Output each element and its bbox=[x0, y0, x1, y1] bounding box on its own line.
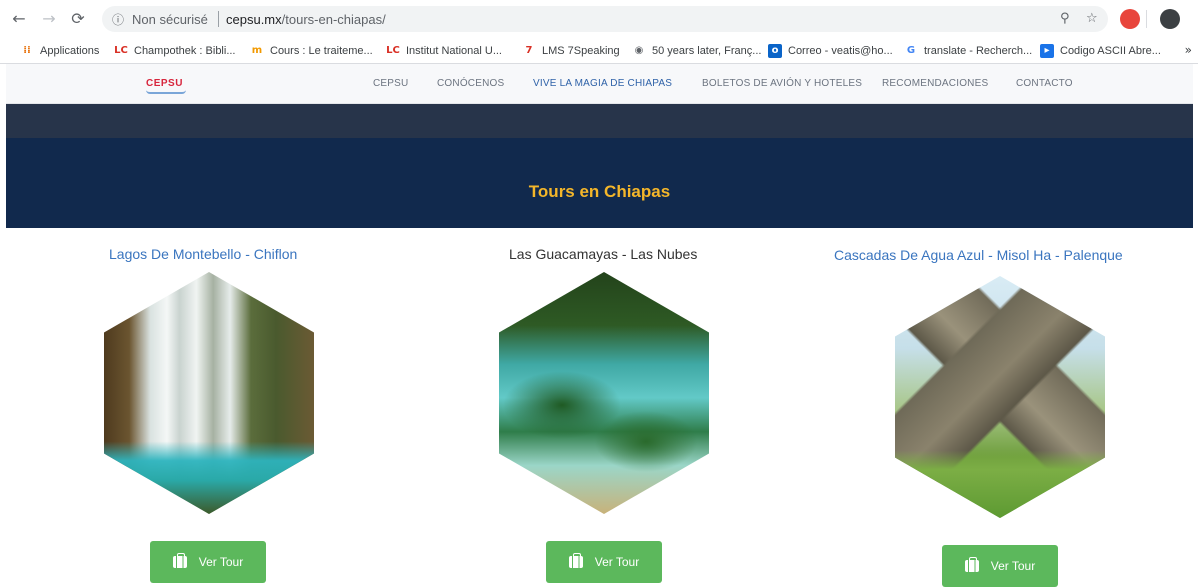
menu-item-cepsu[interactable]: CEPSU bbox=[373, 78, 408, 89]
outlook-icon: o bbox=[768, 44, 782, 58]
uc-logo-icon: LC bbox=[386, 45, 400, 56]
star-bookmark-icon[interactable]: ☆ bbox=[1086, 11, 1098, 26]
menu-item-conocenos[interactable]: CONÓCENOS bbox=[437, 78, 504, 89]
bookmark-label: translate - Recherch... bbox=[924, 45, 1033, 57]
apps-grid-icon: ⁞⁞ bbox=[23, 45, 31, 56]
menu-item-vive-la-magia[interactable]: VIVE LA MAGIA DE CHIAPAS bbox=[533, 78, 672, 89]
toolbar-divider bbox=[1146, 10, 1147, 28]
ver-tour-button-1[interactable]: Ver Tour bbox=[150, 541, 266, 583]
header-band bbox=[6, 104, 1193, 138]
seven-icon: 7 bbox=[525, 45, 533, 56]
bookmark-label: Applications bbox=[40, 45, 100, 57]
reload-icon[interactable]: ⟳ bbox=[69, 10, 87, 28]
suitcase-icon bbox=[964, 557, 979, 572]
forward-arrow-icon[interactable]: → bbox=[40, 10, 58, 28]
globe-icon: ◉ bbox=[634, 45, 644, 56]
tour-title-guacamayas[interactable]: Las Guacamayas - Las Nubes bbox=[509, 246, 697, 262]
url-path: /tours-en-chiapas/ bbox=[281, 12, 386, 27]
hero-banner: Tours en Chiapas bbox=[6, 138, 1193, 228]
logo-text: CEPSU bbox=[146, 78, 183, 89]
bookmarks-bar: ⁞⁞ Applications LC Champothek : Bibli... m… bbox=[0, 38, 1198, 64]
ver-tour-button-2[interactable]: Ver Tour bbox=[546, 541, 662, 583]
menu-item-contacto[interactable]: CONTACTO bbox=[1016, 78, 1073, 89]
info-icon[interactable]: ⓘ bbox=[112, 11, 124, 28]
bookmark-institut[interactable]: LC Institut National U... bbox=[386, 43, 502, 59]
tour-image-lakes[interactable] bbox=[499, 272, 709, 514]
moodle-icon: m bbox=[251, 45, 263, 56]
zoom-icon[interactable]: ⚲ bbox=[1060, 11, 1070, 26]
tour-image-waterfall[interactable] bbox=[104, 272, 314, 514]
address-bar[interactable]: ⓘ Non sécurisé cepsu.mx/tours-en-chiapas… bbox=[102, 6, 1108, 32]
bookmark-label: Correo - veatis@ho... bbox=[788, 45, 893, 57]
bookmark-label: Institut National U... bbox=[406, 45, 502, 57]
uc-logo-icon: LC bbox=[114, 45, 128, 56]
button-label: Ver Tour bbox=[990, 559, 1036, 573]
url-text[interactable]: cepsu.mx/tours-en-chiapas/ bbox=[226, 12, 386, 27]
button-label: Ver Tour bbox=[594, 555, 640, 569]
site-header: CEPSU CEPSU CONÓCENOS VIVE LA MAGIA DE C… bbox=[6, 64, 1193, 104]
bookmark-lms[interactable]: 7 LMS 7Speaking bbox=[522, 43, 620, 59]
omnibox-divider bbox=[218, 11, 219, 27]
bookmark-cours[interactable]: m Cours : Le traiteme... bbox=[250, 43, 373, 59]
bookmark-label: LMS 7Speaking bbox=[542, 45, 620, 57]
bookmark-champothek[interactable]: LC Champothek : Bibli... bbox=[114, 43, 236, 59]
bookmark-correo[interactable]: o Correo - veatis@ho... bbox=[768, 43, 893, 59]
menu-item-recomendaciones[interactable]: RECOMENDACIONES bbox=[882, 78, 988, 89]
google-icon: G bbox=[906, 45, 916, 56]
more-bookmarks-icon[interactable]: » bbox=[1185, 43, 1192, 57]
bookmark-50-years[interactable]: ◉ 50 years later, Franç... bbox=[632, 43, 762, 59]
insecure-label: Non sécurisé bbox=[132, 12, 208, 27]
menu-item-boletos[interactable]: BOLETOS DE AVIÓN Y HOTELES bbox=[702, 78, 862, 89]
bookmark-ascii[interactable]: ▸ Codigo ASCII Abre... bbox=[1040, 43, 1161, 59]
page-icon: ▸ bbox=[1040, 44, 1054, 58]
bookmark-label: Codigo ASCII Abre... bbox=[1060, 45, 1161, 57]
ver-tour-button-3[interactable]: Ver Tour bbox=[942, 545, 1058, 587]
profile-avatar[interactable] bbox=[1160, 9, 1180, 29]
tour-title-montebello[interactable]: Lagos De Montebello - Chiflon bbox=[109, 246, 297, 262]
bookmark-label: 50 years later, Franç... bbox=[652, 45, 762, 57]
tour-image-pyramid[interactable] bbox=[895, 276, 1105, 518]
bookmark-label: Champothek : Bibli... bbox=[134, 45, 236, 57]
suitcase-icon bbox=[172, 553, 187, 568]
tour-title-agua-azul[interactable]: Cascadas De Agua Azul - Misol Ha - Palen… bbox=[834, 247, 1123, 263]
bookmark-translate[interactable]: Gtranslate - Recherch... bbox=[904, 43, 1032, 59]
logo-swoosh bbox=[146, 90, 186, 94]
page-title: Tours en Chiapas bbox=[528, 182, 671, 201]
url-domain: cepsu.mx bbox=[226, 12, 282, 27]
site-logo[interactable]: CEPSU bbox=[146, 78, 186, 94]
back-arrow-icon[interactable]: ← bbox=[10, 10, 28, 28]
button-label: Ver Tour bbox=[198, 555, 244, 569]
extension-icon[interactable] bbox=[1120, 9, 1140, 29]
bookmark-applications[interactable]: ⁞⁞ Applications bbox=[20, 43, 99, 59]
bookmark-label: Cours : Le traiteme... bbox=[270, 45, 373, 57]
suitcase-icon bbox=[568, 553, 583, 568]
browser-toolbar: ← → ⟳ ⓘ Non sécurisé cepsu.mx/tours-en-c… bbox=[0, 0, 1198, 38]
